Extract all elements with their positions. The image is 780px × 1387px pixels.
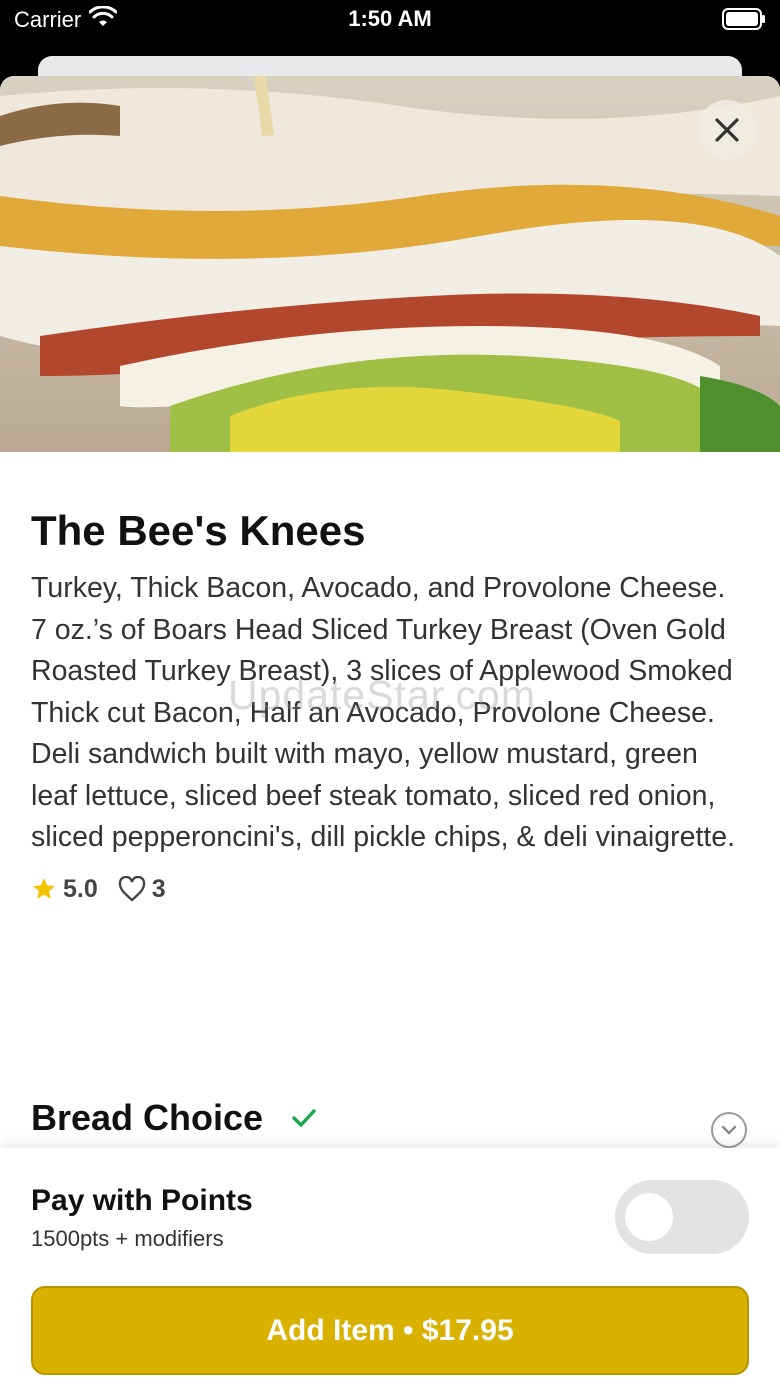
section-title: Bread Choice [31,1097,264,1138]
chevron-down-icon[interactable] [711,1112,747,1148]
status-bar: Carrier 1:50 AM [0,0,780,56]
section-bread-choice[interactable]: Bread Choice [31,1088,749,1148]
status-time: 1:50 AM [348,6,432,31]
likes-count: 3 [151,874,166,903]
add-item-button[interactable]: Add Item • $17.95 [31,1286,749,1375]
rating-value: 5.0 [63,874,98,903]
item-meta: 5.0 3 [31,875,741,904]
points-title: Pay with Points [31,1184,253,1217]
heart-icon[interactable] [118,876,146,902]
item-sheet: The Bee's Knees Turkey, Thick Bacon, Avo… [0,76,780,1387]
close-icon [715,118,739,142]
toggle-knob [625,1193,673,1241]
close-button[interactable] [697,100,757,160]
star-icon [33,878,55,899]
points-subtitle: 1500pts + modifiers [31,1226,224,1251]
battery-icon [722,8,766,35]
item-photo [0,76,780,452]
item-title: The Bee's Knees [31,507,366,554]
checkout-panel: Pay with Points 1500pts + modifiers Add … [0,1148,780,1387]
pay-with-points-toggle[interactable] [615,1180,749,1254]
checkmark-icon [291,1107,317,1129]
watermark: UpdateStar.com [228,672,536,718]
